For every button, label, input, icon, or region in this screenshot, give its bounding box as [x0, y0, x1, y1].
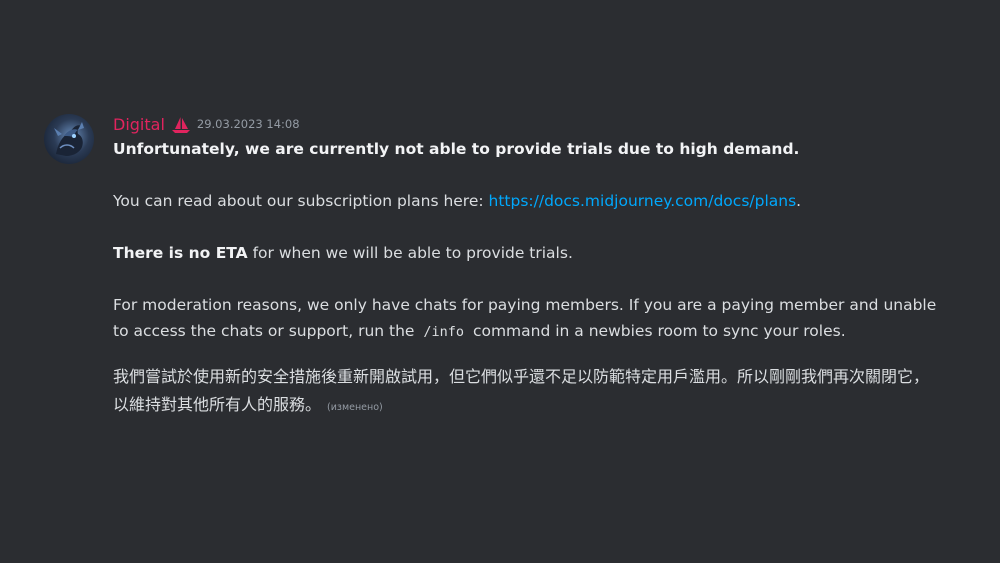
chinese-text: 我們嘗試於使用新的安全措施後重新開啟試用，但它們似乎還不足以防範特定用戶濫用。所… [113, 367, 930, 414]
plans-suffix: . [796, 192, 802, 210]
message-body: Unfortunately, we are currently not able… [113, 136, 943, 422]
eta-text: for when we will be able to provide tria… [247, 244, 573, 262]
message-header: Digital 29.03.2023 14:08 [113, 112, 943, 136]
edited-label: (изменено) [327, 402, 383, 413]
avatar[interactable] [44, 114, 94, 164]
eta-bold: There is no ETA [113, 244, 248, 262]
trial-notice: Unfortunately, we are currently not able… [113, 140, 800, 158]
info-command: /info [423, 324, 465, 340]
moderation-text-2: command in a newbies room to sync your r… [468, 322, 846, 340]
plans-link[interactable]: https://docs.midjourney.com/docs/plans [489, 192, 797, 210]
moderation-paragraph: For moderation reasons, we only have cha… [113, 292, 943, 345]
dragon-avatar-icon [54, 122, 84, 156]
plans-paragraph: You can read about our subscription plan… [113, 188, 943, 214]
plans-text: You can read about our subscription plan… [113, 192, 489, 210]
username[interactable]: Digital [113, 115, 165, 134]
timestamp: 29.03.2023 14:08 [196, 117, 300, 131]
ship-sail-icon [171, 114, 191, 134]
chinese-paragraph: 我們嘗試於使用新的安全措施後重新開啟試用，但它們似乎還不足以防範特定用戶濫用。所… [113, 363, 943, 422]
eta-paragraph: There is no ETA for when we will be able… [113, 240, 943, 266]
message-content: Digital 29.03.2023 14:08 Unfortunately, … [113, 112, 943, 422]
